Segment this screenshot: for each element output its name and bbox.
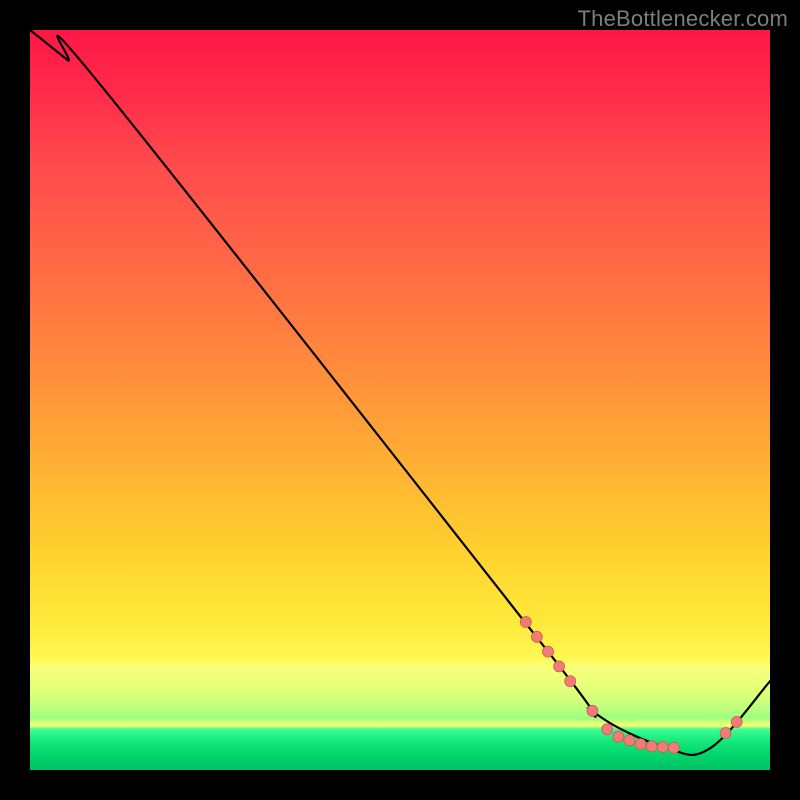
curve-layer (30, 30, 770, 770)
curve-markers (520, 617, 742, 754)
chart-stage: TheBottlenecker.com (0, 0, 800, 800)
curve-marker (520, 617, 531, 628)
curve-marker (554, 661, 565, 672)
curve-marker (565, 676, 576, 687)
curve-marker (731, 716, 742, 727)
bottleneck-curve (30, 30, 770, 755)
curve-marker (668, 742, 679, 753)
curve-marker (531, 631, 542, 642)
curve-marker (613, 731, 624, 742)
curve-marker (635, 739, 646, 750)
curve-marker (657, 742, 668, 753)
curve-marker (543, 646, 554, 657)
attribution-label: TheBottlenecker.com (578, 6, 788, 32)
curve-marker (720, 728, 731, 739)
curve-marker (602, 724, 613, 735)
curve-marker (587, 705, 598, 716)
curve-marker (646, 741, 657, 752)
curve-marker (624, 735, 635, 746)
plot-area (30, 30, 770, 770)
